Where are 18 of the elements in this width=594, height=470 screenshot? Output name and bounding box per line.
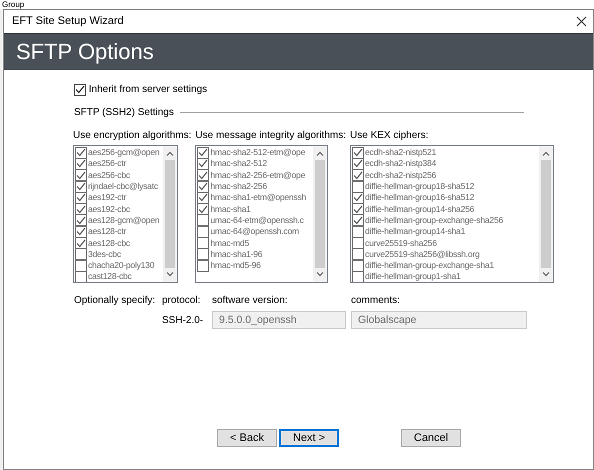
page-title: SFTP Options xyxy=(16,39,154,65)
section-title: SFTP (SSH2) Settings xyxy=(74,106,174,120)
window-title: EFT Site Setup Wizard xyxy=(12,14,124,30)
field-label: protocol: xyxy=(162,294,202,308)
protocol-prefix: SSH-2.0- xyxy=(162,314,204,328)
field-label: Optionally specify: xyxy=(74,294,156,308)
checkbox[interactable] xyxy=(74,84,86,96)
field-label: software version: xyxy=(212,294,289,308)
wizard-button[interactable]: Cancel xyxy=(401,429,461,447)
list-label: Use message integrity algorithms: xyxy=(195,130,346,142)
field-label: comments: xyxy=(351,294,401,308)
list-label: Use KEX ciphers: xyxy=(350,130,430,142)
list-label: Use encryption algorithms: xyxy=(73,130,192,142)
wizard-button[interactable]: Next > xyxy=(279,429,339,447)
close-icon[interactable] xyxy=(576,16,587,27)
wizard-button[interactable]: < Back xyxy=(217,429,277,447)
checkbox-label[interactable]: Inherit from server settings xyxy=(88,82,208,97)
background-window-text: Group xyxy=(2,0,24,9)
